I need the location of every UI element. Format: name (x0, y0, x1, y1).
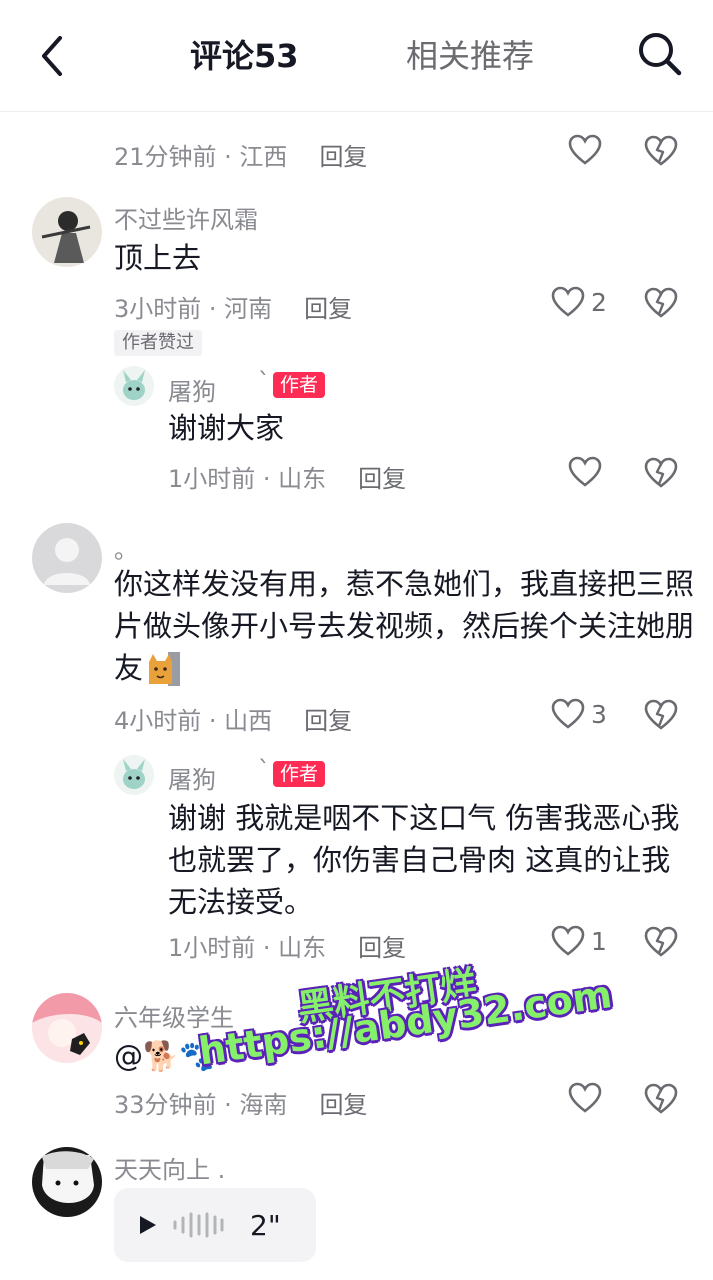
like-count: 1 (591, 926, 607, 956)
heart-icon (568, 134, 602, 165)
dislike-button[interactable] (644, 1083, 678, 1115)
comment-meta: 4小时前 · 山西 回复 (114, 701, 352, 736)
top-bar: 评论53 相关推荐 (0, 0, 713, 112)
comment-meta: 1小时前 · 山东 回复 (168, 928, 406, 963)
comment-meta: 33分钟前 · 海南 回复 (114, 1085, 367, 1120)
back-button[interactable] (30, 30, 74, 82)
like-button[interactable]: 2 (551, 286, 607, 318)
reply-button[interactable]: 回复 (304, 289, 352, 324)
like-button[interactable]: 1 (551, 925, 607, 957)
like-count: 2 (591, 287, 607, 317)
comment-time: 21分钟前 · 江西 (114, 143, 288, 171)
header-divider (0, 111, 713, 112)
broken-heart-icon (644, 135, 678, 166)
comment-time: 1小时前 · 山东 (168, 465, 327, 493)
avatar[interactable] (32, 1147, 102, 1217)
reply-button[interactable]: 回复 (319, 137, 367, 172)
broken-heart-icon (644, 926, 678, 957)
waveform-icon (173, 1212, 224, 1238)
avatar[interactable] (114, 755, 154, 795)
like-count: 3 (591, 699, 607, 729)
author-badge: 作者 (273, 372, 326, 398)
tab-comments[interactable]: 评论53 (190, 34, 299, 78)
dislike-button[interactable] (644, 457, 678, 489)
reply-button[interactable]: 回复 (304, 701, 352, 736)
reply-button[interactable]: 回复 (358, 459, 406, 494)
broken-heart-icon (644, 457, 678, 488)
heart-icon (551, 698, 585, 729)
comment-text: 谢谢大家 (168, 411, 285, 445)
like-button[interactable] (568, 456, 602, 488)
like-button[interactable] (568, 134, 602, 166)
avatar[interactable] (32, 523, 102, 593)
heart-icon (551, 286, 585, 317)
comment-text-line: 也就罢了，你伤害自己骨肉 这真的让我 (168, 843, 671, 877)
voice-duration: 2" (250, 1208, 281, 1242)
comment-text-line: 友 (114, 651, 144, 685)
tab-related[interactable]: 相关推荐 (406, 34, 534, 78)
like-button[interactable]: 3 (551, 698, 607, 730)
comment-username[interactable]: 屠狗 (168, 372, 216, 407)
comment-text-line: 你这样发没有用，惹不急她们，我直接把三照 (114, 567, 695, 601)
avatar[interactable] (114, 366, 154, 406)
comment-list: 21分钟前 · 江西 回复 不过些许风霜 顶上去 3小时前 · 河南 回复 2 … (0, 0, 713, 1280)
comment-meta: 3小时前 · 河南 回复 (114, 289, 352, 324)
comment-text-line: 谢谢 我就是咽不下这口气 伤害我恶心我 (168, 801, 680, 835)
comment-username[interactable]: 不过些许风霜 (114, 200, 258, 235)
search-icon (639, 33, 682, 76)
heart-icon (568, 456, 602, 487)
avatar[interactable] (32, 993, 102, 1063)
comment-time: 4小时前 · 山西 (114, 707, 273, 735)
comment-username[interactable]: 屠狗 (168, 760, 216, 795)
comment-time: 1小时前 · 山东 (168, 934, 327, 962)
comment-time: 33分钟前 · 海南 (114, 1091, 288, 1119)
dislike-button[interactable] (644, 287, 678, 319)
author-liked-badge: 作者赞过 (114, 330, 202, 356)
play-icon (140, 1216, 156, 1234)
dislike-button[interactable] (644, 699, 678, 731)
comment-meta: 21分钟前 · 江西 回复 (114, 137, 367, 172)
username-suffix: ` (258, 368, 270, 396)
dislike-button[interactable] (644, 135, 678, 167)
username-suffix: ` (258, 756, 270, 784)
heart-icon (568, 1082, 602, 1113)
comment-meta: 1小时前 · 山东 回复 (168, 459, 406, 494)
search-button[interactable] (636, 30, 684, 78)
dislike-button[interactable] (644, 926, 678, 958)
broken-heart-icon (644, 1083, 678, 1114)
voice-message[interactable]: 2" (114, 1188, 316, 1262)
heart-icon (551, 925, 585, 956)
reply-button[interactable]: 回复 (358, 928, 406, 963)
comment-username[interactable]: 天天向上 . (114, 1150, 225, 1185)
comment-text-line: 无法接受。 (168, 885, 314, 919)
comment-time: 3小时前 · 河南 (114, 295, 273, 323)
emoji-cat-icon (146, 650, 180, 686)
avatar[interactable] (32, 197, 102, 267)
back-icon (42, 36, 62, 76)
reply-button[interactable]: 回复 (319, 1085, 367, 1120)
comment-text-line: 片做头像开小号去发视频，然后挨个关注她朋 (114, 609, 695, 643)
broken-heart-icon (644, 699, 678, 730)
comment-text: 顶上去 (114, 241, 202, 275)
comment-username[interactable]: 。 (114, 530, 138, 565)
like-button[interactable] (568, 1082, 602, 1114)
author-badge: 作者 (273, 761, 326, 787)
broken-heart-icon (644, 287, 678, 318)
